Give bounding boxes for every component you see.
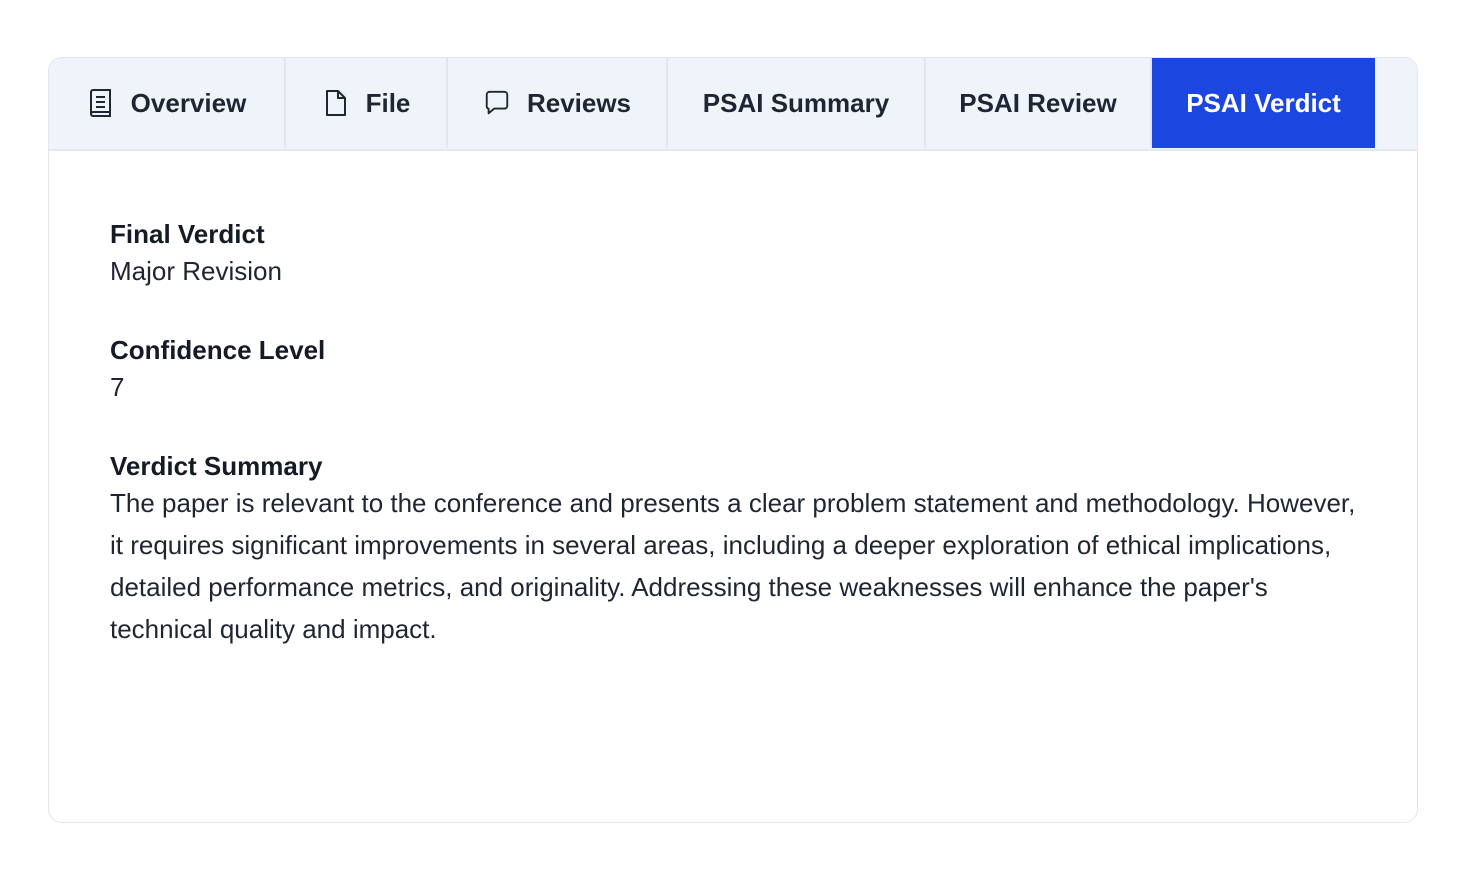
tab-psai-summary[interactable]: PSAI Summary: [668, 58, 926, 148]
tab-reviews[interactable]: Reviews: [448, 58, 668, 148]
paper-detail-card: Overview File Reviews PSAI Summary PSAI: [48, 57, 1418, 823]
comment-icon: [483, 88, 511, 118]
tab-bar: Overview File Reviews PSAI Summary PSAI: [49, 58, 1417, 151]
verdict-summary-value: The paper is relevant to the conference …: [110, 488, 1356, 644]
tab-label: Reviews: [526, 87, 632, 118]
final-verdict-field: Final Verdict Major Revision: [110, 218, 1360, 292]
confidence-level-field: Confidence Level 7: [110, 334, 1360, 408]
tab-label: PSAI Summary: [702, 87, 890, 118]
tab-file[interactable]: File: [286, 58, 448, 148]
confidence-level-label: Confidence Level: [110, 335, 326, 365]
final-verdict-value: Major Revision: [110, 256, 282, 286]
tab-overview[interactable]: Overview: [49, 58, 286, 148]
file-icon: [322, 88, 350, 118]
tab-label: File: [365, 87, 411, 118]
tab-label: PSAI Verdict: [1186, 87, 1341, 118]
verdict-summary-field: Verdict Summary The paper is relevant to…: [110, 450, 1360, 650]
book-icon: [87, 88, 115, 118]
tab-psai-verdict[interactable]: PSAI Verdict: [1152, 58, 1375, 148]
confidence-level-value: 7: [110, 372, 125, 402]
final-verdict-label: Final Verdict: [110, 219, 265, 249]
tab-label: PSAI Review: [959, 87, 1117, 118]
tab-label: Overview: [130, 87, 247, 118]
tab-psai-review[interactable]: PSAI Review: [926, 58, 1152, 148]
verdict-summary-label: Verdict Summary: [110, 451, 323, 481]
